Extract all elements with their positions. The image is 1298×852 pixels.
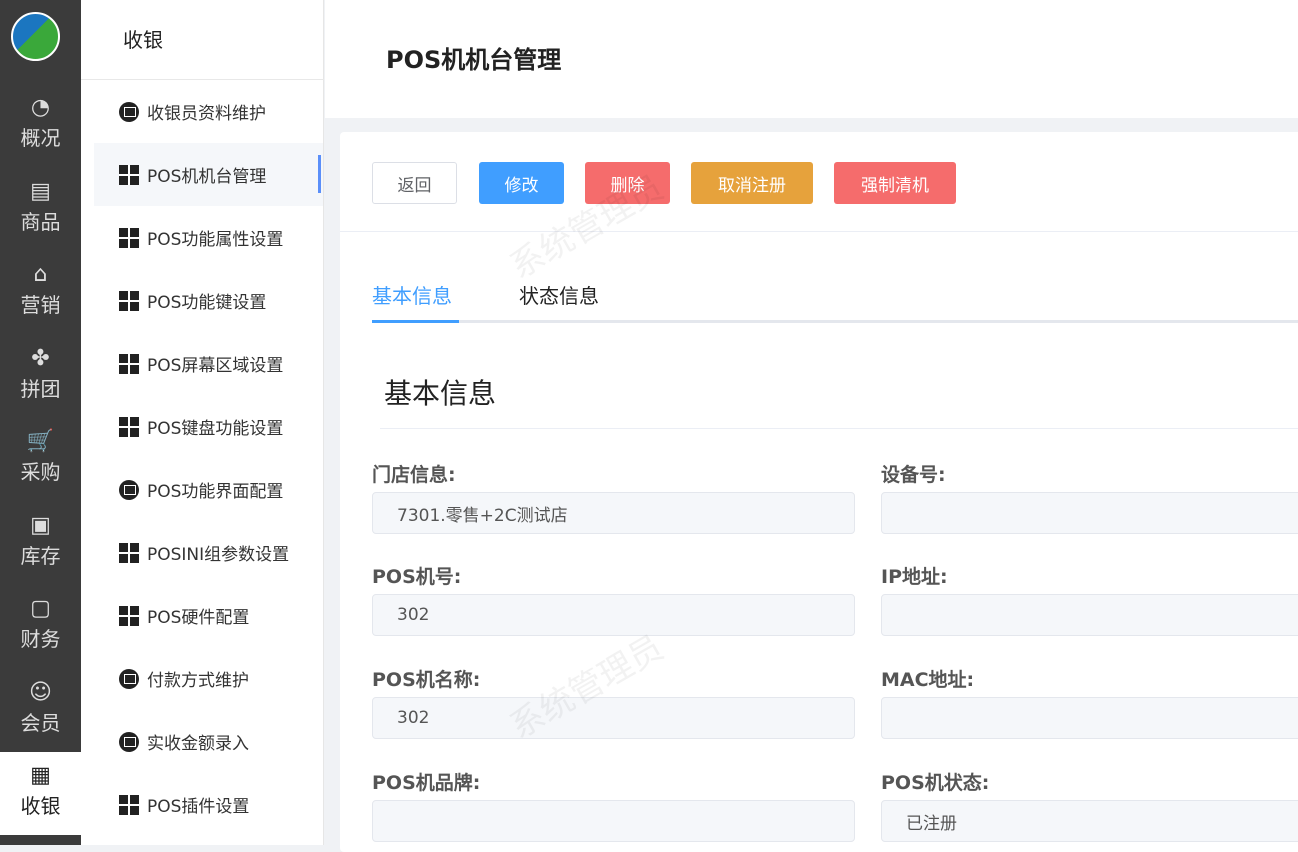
nav-item-label: 拼团 — [20, 376, 61, 401]
nav-item-label: 会员 — [20, 710, 61, 735]
finance-icon: ▢ — [30, 596, 51, 621]
nav-item-label: 商品 — [20, 209, 61, 234]
logo — [11, 12, 60, 61]
submenu-item-label: POS机机台管理 — [147, 167, 267, 187]
store-label: 门店信息: — [372, 464, 456, 486]
cart-icon: 🛒 — [26, 429, 55, 454]
cash-register-icon: ▦ — [30, 763, 51, 788]
submenu-item-5[interactable]: POS键盘功能设置 — [94, 395, 323, 458]
page-header: POS机机台管理 — [325, 0, 1298, 118]
page-title: POS机机台管理 — [386, 46, 562, 74]
grid-icon — [119, 353, 139, 374]
pos-no-field[interactable]: 302 — [372, 594, 855, 636]
submenu-item-6[interactable]: POS功能界面配置 — [94, 458, 323, 521]
submenu-item-7[interactable]: POSINI组参数设置 — [94, 521, 323, 584]
tab-basic-info[interactable]: 基本信息 — [372, 280, 452, 309]
grid-icon — [119, 290, 139, 311]
monitor-icon — [119, 668, 139, 689]
ip-label: IP地址: — [881, 566, 948, 588]
submenu-item-label: POS功能键设置 — [147, 293, 267, 313]
nav-item-3[interactable]: ✤ 拼团 — [0, 335, 81, 418]
submenu-item-label: POS硬件配置 — [147, 608, 250, 628]
submenu-item-11[interactable]: POS插件设置 — [94, 773, 323, 836]
tag-icon: ⌂ — [33, 262, 48, 287]
tab-status-info[interactable]: 状态信息 — [519, 280, 599, 309]
nav-item-7[interactable]: ☺ 会员 — [0, 669, 81, 752]
ip-field[interactable] — [881, 594, 1298, 636]
nav-item-label: 采购 — [20, 460, 61, 484]
status-field[interactable]: 已注册 — [881, 800, 1298, 842]
submenu-title: 收银 — [123, 28, 163, 52]
grid-icon — [119, 794, 139, 815]
monitor-icon — [119, 479, 139, 500]
grid-icon — [119, 164, 139, 185]
nav-item-label: 财务 — [20, 627, 61, 651]
content-card: 返回 修改 删除 取消注册 强制清机 基本信息 状态信息 基本信息 门店信息: … — [340, 132, 1298, 852]
nav-item-label: 概况 — [20, 126, 61, 150]
monitor-icon — [119, 101, 139, 122]
nav-item-6[interactable]: ▢ 财务 — [0, 585, 81, 668]
mac-label: MAC地址: — [881, 669, 975, 691]
monitor-icon — [119, 731, 139, 752]
delete-button[interactable]: 删除 — [585, 162, 670, 204]
unregister-button[interactable]: 取消注册 — [691, 162, 813, 204]
grid-icon — [119, 227, 139, 248]
clover-icon: ✤ — [31, 345, 50, 371]
submenu-item-8[interactable]: POS硬件配置 — [94, 584, 323, 647]
pos-name-field[interactable]: 302 — [372, 697, 855, 739]
submenu-item-2[interactable]: POS功能属性设置 — [94, 206, 323, 269]
nav-item-2[interactable]: ⌂ 营销 — [0, 251, 81, 334]
nav-item-label: 收银 — [20, 794, 61, 818]
submenu-item-label: POS功能界面配置 — [147, 482, 284, 502]
back-button[interactable]: 返回 — [372, 162, 457, 204]
nav-item-8[interactable]: ▦ 收银 — [0, 752, 81, 835]
nav-item-1[interactable]: ▤ 商品 — [0, 168, 81, 251]
dashboard-icon: ◔ — [30, 95, 51, 120]
nav-item-5[interactable]: ▣ 库存 — [0, 502, 81, 585]
nav-item-0[interactable]: ◔ 概况 — [0, 84, 81, 167]
force-clear-button[interactable]: 强制清机 — [834, 162, 956, 204]
grid-icon — [119, 605, 139, 626]
mac-field[interactable] — [881, 697, 1298, 739]
box-icon: ▣ — [30, 512, 51, 538]
status-label: POS机状态: — [881, 772, 990, 794]
submenu-item-label: POS键盘功能设置 — [147, 419, 284, 439]
submenu: 收银 收银员资料维护 POS机机台管理 POS功能属性设置 POS功能键设置 POS屏幕… — [81, 0, 324, 845]
submenu-item-label: POSINI组参数设置 — [147, 545, 290, 565]
document-icon: ▤ — [30, 178, 51, 204]
brand-label: POS机品牌: — [372, 772, 481, 794]
submenu-item-1[interactable]: POS机机台管理 — [94, 143, 323, 206]
submenu-item-label: 实收金额录入 — [147, 734, 249, 754]
submenu-item-10[interactable]: 实收金额录入 — [94, 710, 323, 773]
nav-item-label: 营销 — [20, 293, 61, 317]
submenu-item-label: POS插件设置 — [147, 797, 250, 817]
nav-item-4[interactable]: 🛒 采购 — [0, 418, 81, 501]
user-icon: ☺ — [29, 679, 52, 705]
submenu-item-0[interactable]: 收银员资料维护 — [94, 80, 323, 143]
brand-field[interactable] — [372, 800, 855, 842]
active-tab-indicator — [372, 320, 459, 323]
nav-item-label: 库存 — [20, 543, 61, 568]
submenu-item-label: POS屏幕区域设置 — [147, 356, 284, 376]
device-no-label: 设备号: — [881, 464, 946, 486]
device-no-field[interactable] — [881, 492, 1298, 534]
submenu-item-3[interactable]: POS功能键设置 — [94, 269, 323, 332]
main-nav-rail: ◔ 概况 ▤ 商品 ⌂ 营销 ✤ 拼团 🛒 采购 ▣ 库存 ▢ 财务 ☺ 会员 ▦ 收银 — [0, 0, 81, 845]
submenu-item-9[interactable]: 付款方式维护 — [94, 647, 323, 710]
grid-icon — [119, 542, 139, 563]
submenu-item-label: POS功能属性设置 — [147, 230, 284, 250]
store-field[interactable]: 7301.零售+2C测试店 — [372, 492, 855, 534]
edit-button[interactable]: 修改 — [479, 162, 564, 204]
section-title: 基本信息 — [384, 377, 497, 410]
pos-no-label: POS机号: — [372, 566, 462, 588]
grid-icon — [119, 416, 139, 437]
pos-name-label: POS机名称: — [372, 669, 481, 691]
submenu-item-4[interactable]: POS屏幕区域设置 — [94, 332, 323, 395]
submenu-item-label: 付款方式维护 — [147, 671, 249, 691]
submenu-item-label: 收银员资料维护 — [147, 104, 266, 124]
